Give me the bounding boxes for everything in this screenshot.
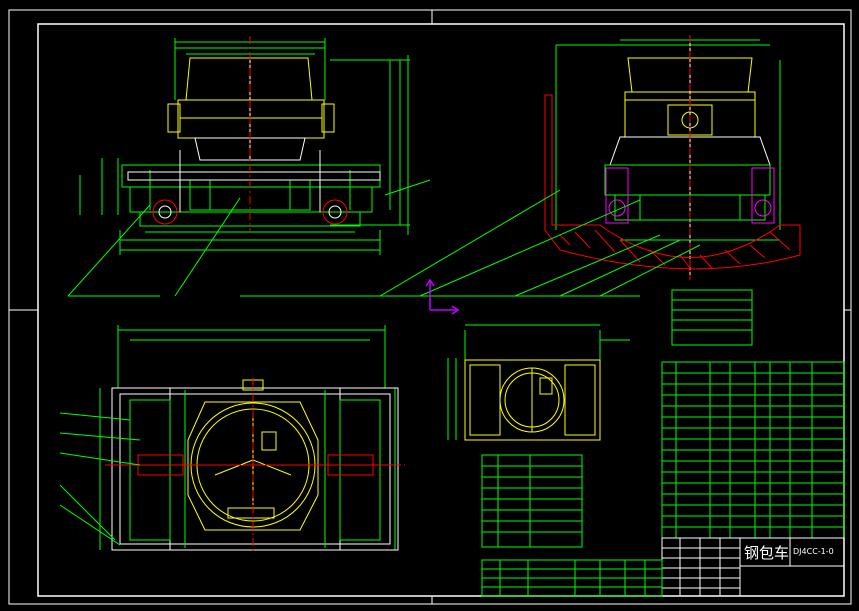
part-name-label: 钢包车 bbox=[744, 544, 789, 562]
parts-list-table bbox=[661, 361, 845, 539]
front-elevation bbox=[67, 36, 431, 297]
drawing-number-label: DJ4CC-1-0 bbox=[793, 547, 834, 556]
detail-view bbox=[447, 324, 630, 548]
ucs-axis-icon bbox=[425, 278, 460, 315]
plan-view bbox=[59, 325, 405, 552]
side-elevation bbox=[379, 35, 801, 346]
cad-drawing-sheet: 钢包车 DJ4CC-1-0 bbox=[8, 9, 852, 605]
